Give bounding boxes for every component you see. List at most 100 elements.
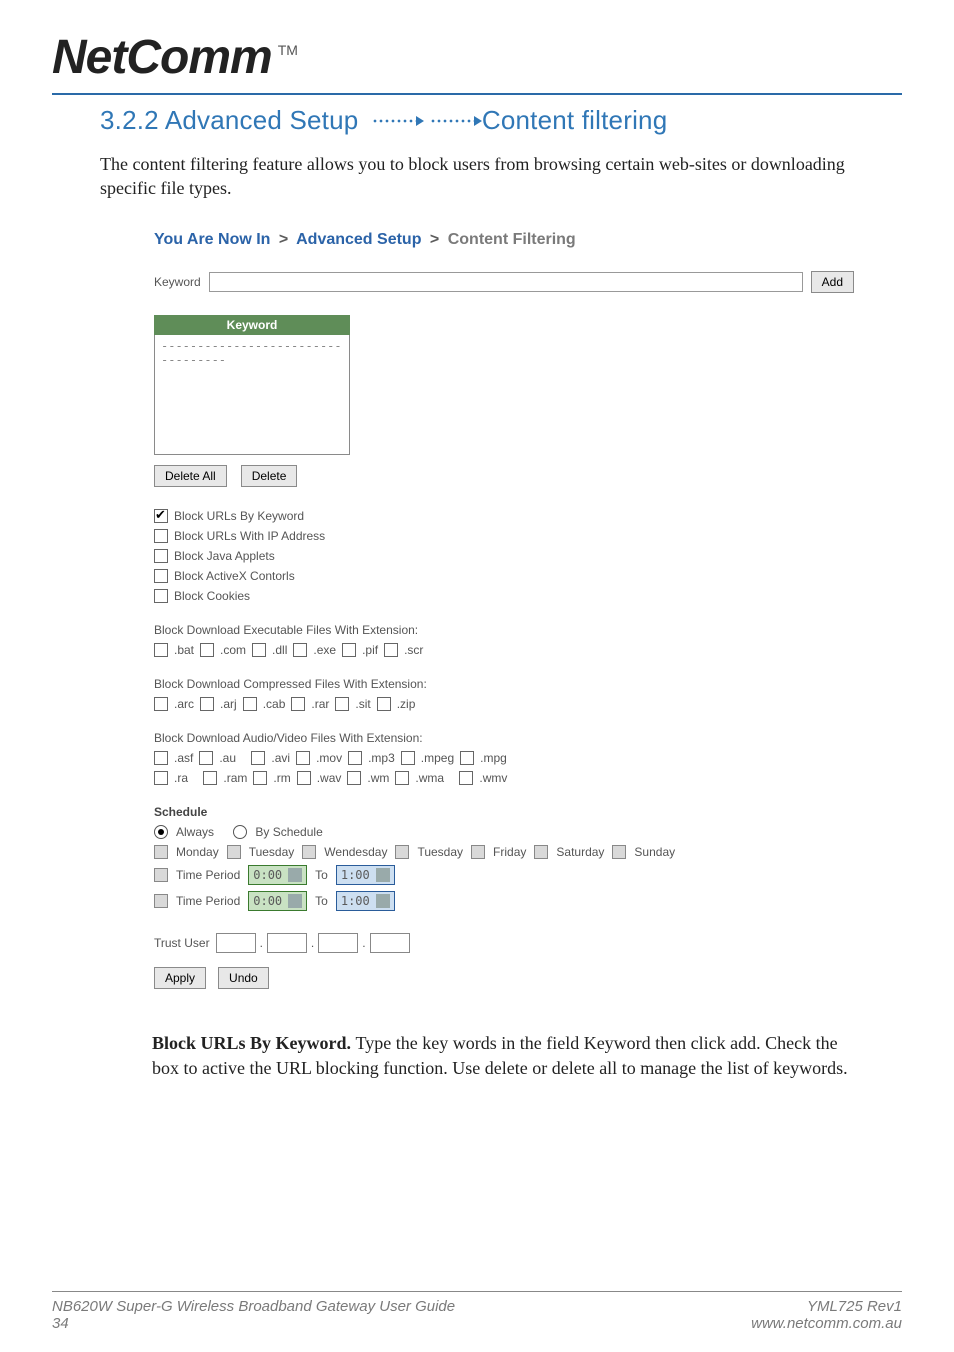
comp-ext-title: Block Download Compressed Files With Ext… xyxy=(154,677,854,691)
section-suffix: Content filtering xyxy=(482,105,668,135)
arrow-dots-icon xyxy=(430,116,476,126)
checkbox[interactable] xyxy=(347,771,361,785)
ext-label: .exe xyxy=(313,643,336,657)
breadcrumb: You Are Now In > Advanced Setup > Conten… xyxy=(154,231,854,249)
keyword-label: Keyword xyxy=(154,275,201,289)
checkbox[interactable] xyxy=(297,771,311,785)
checkbox[interactable] xyxy=(252,643,266,657)
checkbox[interactable] xyxy=(200,697,214,711)
checkbox[interactable] xyxy=(460,751,474,765)
checkbox[interactable] xyxy=(471,845,485,859)
footer-page-number: 34 xyxy=(52,1315,455,1332)
ext-label: .mpg xyxy=(480,751,507,765)
apply-button[interactable]: Apply xyxy=(154,967,206,989)
time-from-select[interactable]: 0:00 xyxy=(248,891,307,911)
checkbox[interactable] xyxy=(154,868,168,882)
ext-label: .arc xyxy=(174,697,194,711)
checkbox[interactable] xyxy=(251,751,265,765)
trademark-symbol: TM xyxy=(278,42,298,58)
trust-ip-octet[interactable] xyxy=(267,933,307,953)
checkbox[interactable] xyxy=(534,845,548,859)
keyword-input[interactable] xyxy=(209,272,803,292)
crumb-prefix: You Are Now In xyxy=(154,231,270,248)
checkbox[interactable] xyxy=(384,643,398,657)
checkbox[interactable] xyxy=(612,845,626,859)
delete-button[interactable]: Delete xyxy=(241,465,298,487)
time-value: 0:00 xyxy=(253,868,282,882)
dot-sep: . xyxy=(362,936,365,950)
checkbox[interactable] xyxy=(154,771,168,785)
trust-ip-octet[interactable] xyxy=(370,933,410,953)
checkbox[interactable] xyxy=(335,697,349,711)
checkbox[interactable] xyxy=(199,751,213,765)
chevron-down-icon xyxy=(288,868,302,882)
always-label: Always xyxy=(176,825,214,839)
checkbox[interactable] xyxy=(154,569,168,583)
crumb-current: Content Filtering xyxy=(448,231,576,248)
checkbox[interactable] xyxy=(293,643,307,657)
listbox-placeholder: ---------------------------------- xyxy=(161,339,343,367)
checkbox[interactable] xyxy=(395,771,409,785)
checkbox[interactable] xyxy=(154,509,168,523)
ext-label: .arj xyxy=(220,697,237,711)
checkbox[interactable] xyxy=(227,845,241,859)
radio-always[interactable] xyxy=(154,825,168,839)
ext-label: .cab xyxy=(263,697,286,711)
checkbox[interactable] xyxy=(377,697,391,711)
checkbox[interactable] xyxy=(291,697,305,711)
checkbox[interactable] xyxy=(342,643,356,657)
intro-paragraph: The content filtering feature allows you… xyxy=(100,152,902,201)
add-button[interactable]: Add xyxy=(811,271,854,293)
checkbox[interactable] xyxy=(296,751,310,765)
checkbox[interactable] xyxy=(203,771,217,785)
chevron-right-icon: > xyxy=(430,231,439,248)
checkbox[interactable] xyxy=(154,697,168,711)
section-prefix: 3.2.2 Advanced Setup xyxy=(100,105,366,135)
checkbox[interactable] xyxy=(154,529,168,543)
checkbox[interactable] xyxy=(154,589,168,603)
keyword-listbox[interactable]: ---------------------------------- xyxy=(154,335,350,455)
day-label: Friday xyxy=(493,845,526,859)
checkbox[interactable] xyxy=(154,751,168,765)
ext-label: .mpeg xyxy=(421,751,454,765)
checkbox[interactable] xyxy=(253,771,267,785)
block-option-label: Block Cookies xyxy=(174,589,250,603)
checkbox[interactable] xyxy=(395,845,409,859)
ext-label: .rar xyxy=(311,697,329,711)
ext-label: .wmv xyxy=(479,771,507,785)
checkbox[interactable] xyxy=(243,697,257,711)
checkbox[interactable] xyxy=(348,751,362,765)
checkbox[interactable] xyxy=(154,845,168,859)
checkbox[interactable] xyxy=(154,894,168,908)
time-period-label: Time Period xyxy=(176,894,240,908)
footer-title: NB620W Super-G Wireless Broadband Gatewa… xyxy=(52,1298,455,1315)
checkbox[interactable] xyxy=(302,845,316,859)
checkbox[interactable] xyxy=(154,643,168,657)
time-to-select[interactable]: 1:00 xyxy=(336,865,395,885)
trust-ip-octet[interactable] xyxy=(318,933,358,953)
day-label: Sunday xyxy=(634,845,675,859)
dot-sep: . xyxy=(260,936,263,950)
ext-label: .scr xyxy=(404,643,423,657)
checkbox[interactable] xyxy=(401,751,415,765)
chevron-right-icon: > xyxy=(279,231,288,248)
undo-button[interactable]: Undo xyxy=(218,967,269,989)
to-label: To xyxy=(315,894,328,908)
day-label: Monday xyxy=(176,845,219,859)
ext-label: .asf xyxy=(174,751,193,765)
block-option-label: Block URLs By Keyword xyxy=(174,509,304,523)
checkbox[interactable] xyxy=(459,771,473,785)
checkbox[interactable] xyxy=(154,549,168,563)
body-paragraph: Block URLs By Keyword. Type the key word… xyxy=(152,1031,850,1081)
time-to-select[interactable]: 1:00 xyxy=(336,891,395,911)
checkbox[interactable] xyxy=(200,643,214,657)
day-label: Tuesday xyxy=(417,845,463,859)
ext-label: .mov xyxy=(316,751,342,765)
delete-all-button[interactable]: Delete All xyxy=(154,465,227,487)
ext-label: .dll xyxy=(272,643,287,657)
time-from-select[interactable]: 0:00 xyxy=(248,865,307,885)
trust-ip-octet[interactable] xyxy=(216,933,256,953)
radio-by-schedule[interactable] xyxy=(233,825,247,839)
ext-label: .ra xyxy=(174,771,188,785)
trust-user-label: Trust User xyxy=(154,936,210,950)
